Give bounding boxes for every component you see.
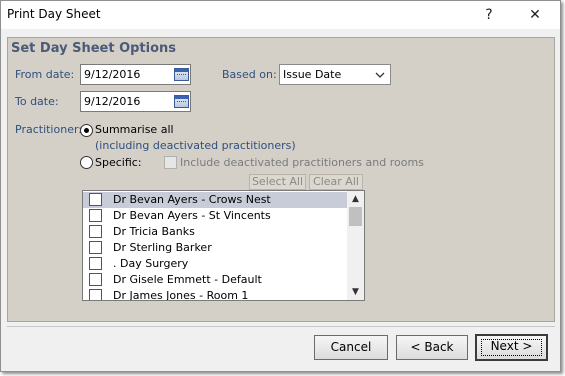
practitioner-label: Practitioner: <box>15 123 82 136</box>
cancel-button[interactable]: Cancel <box>314 335 388 360</box>
close-button[interactable]: ✕ <box>513 1 557 29</box>
include-deactivated-checkbox[interactable] <box>164 156 177 169</box>
section-heading: Set Day Sheet Options <box>11 41 177 56</box>
practitioner-checkbox[interactable] <box>89 289 102 300</box>
list-item[interactable]: Dr Tricia Banks <box>83 224 347 240</box>
practitioner-checkbox[interactable] <box>89 193 102 206</box>
scroll-down-icon[interactable]: ▼ <box>347 284 364 300</box>
practitioner-name: . Day Surgery <box>113 257 189 270</box>
practitioner-name: Dr Gisele Emmett - Default <box>113 273 262 286</box>
clear-all-button[interactable]: Clear All <box>309 174 363 190</box>
practitioner-name: Dr James Jones - Room 1 <box>113 289 249 301</box>
include-deactivated-label: Include deactivated practitioners and ro… <box>180 156 424 169</box>
to-date-label: To date: <box>15 95 59 108</box>
list-item[interactable]: Dr Sterling Barker <box>83 240 347 256</box>
specific-label[interactable]: Specific: <box>95 156 142 169</box>
next-button[interactable]: Next > <box>475 334 548 361</box>
practitioner-checkbox[interactable] <box>89 257 102 270</box>
based-on-select[interactable]: Issue Date <box>279 64 391 85</box>
select-all-button[interactable]: Select All <box>249 174 306 190</box>
to-date-value: 9/12/2016 <box>84 95 141 108</box>
window-title: Print Day Sheet <box>7 7 101 21</box>
practitioner-list[interactable]: Dr Bevan Ayers - Crows Nest Dr Bevan Aye… <box>82 190 365 301</box>
list-item[interactable]: . Day Surgery <box>83 256 347 272</box>
footer-divider <box>7 326 555 327</box>
practitioner-name: Dr Tricia Banks <box>113 225 195 238</box>
back-button-label: < Back <box>410 340 454 354</box>
practitioner-name: Dr Bevan Ayers - St Vincents <box>113 209 271 222</box>
based-on-label: Based on: <box>222 68 277 81</box>
chevron-down-icon <box>375 72 385 78</box>
specific-radio[interactable] <box>80 156 93 169</box>
summarise-all-label[interactable]: Summarise all <box>95 123 174 136</box>
list-item[interactable]: Dr James Jones - Room 1 <box>83 288 347 301</box>
summarise-all-note: (including deactivated practitioners) <box>95 139 296 152</box>
back-button[interactable]: < Back <box>396 335 468 360</box>
practitioner-checkbox[interactable] <box>89 241 102 254</box>
based-on-value: Issue Date <box>283 68 342 81</box>
from-date-field[interactable]: 9/12/2016 <box>80 64 191 85</box>
practitioner-checkbox[interactable] <box>89 273 102 286</box>
practitioner-name: Dr Sterling Barker <box>113 241 212 254</box>
to-date-field[interactable]: 9/12/2016 <box>80 91 191 112</box>
focus-indicator <box>481 339 542 356</box>
calendar-icon[interactable] <box>174 68 189 81</box>
practitioner-name: Dr Bevan Ayers - Crows Nest <box>113 193 271 206</box>
practitioner-checkbox[interactable] <box>89 209 102 222</box>
summarise-all-radio[interactable] <box>80 124 93 137</box>
options-panel: Set Day Sheet Options From date: 9/12/20… <box>7 37 555 322</box>
from-date-value: 9/12/2016 <box>84 68 141 81</box>
list-item[interactable]: Dr Gisele Emmett - Default <box>83 272 347 288</box>
scroll-up-icon[interactable]: ▲ <box>347 191 364 207</box>
list-item[interactable]: Dr Bevan Ayers - Crows Nest <box>83 192 347 208</box>
scroll-thumb[interactable] <box>349 207 362 226</box>
practitioner-checkbox[interactable] <box>89 225 102 238</box>
print-day-sheet-window: Print Day Sheet ? ✕ Set Day Sheet Option… <box>0 0 561 372</box>
title-bar: Print Day Sheet ? ✕ <box>1 1 560 29</box>
list-scrollbar[interactable]: ▲ ▼ <box>347 191 364 300</box>
help-button[interactable]: ? <box>467 1 511 29</box>
calendar-icon[interactable] <box>174 95 189 108</box>
list-item[interactable]: Dr Bevan Ayers - St Vincents <box>83 208 347 224</box>
from-date-label: From date: <box>15 68 75 81</box>
